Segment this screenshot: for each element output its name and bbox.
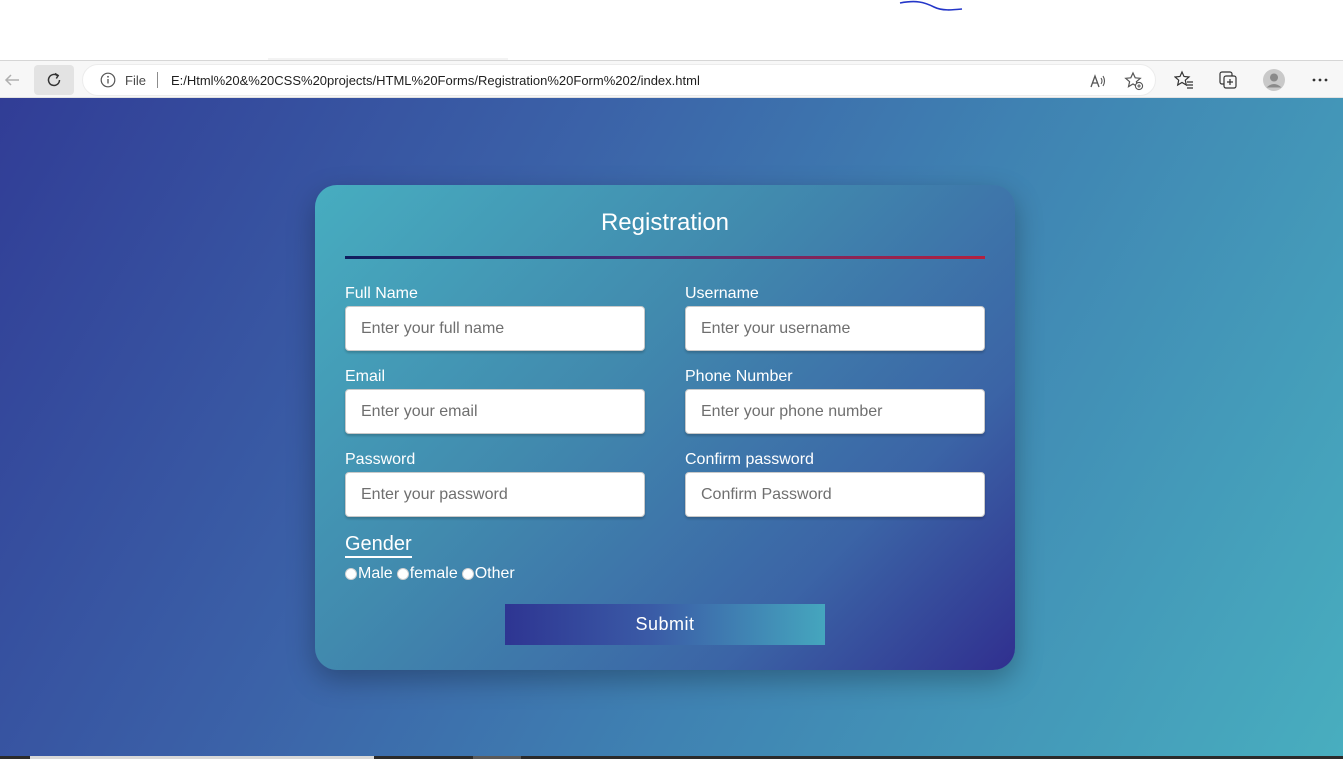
desktop-strip <box>0 0 1343 60</box>
phone-field: Phone Number <box>685 367 985 434</box>
back-button[interactable] <box>0 65 32 95</box>
full-name-label: Full Name <box>345 285 418 302</box>
gender-male-label[interactable]: Male <box>358 565 393 583</box>
gender-other-radio[interactable] <box>461 568 474 580</box>
collections-icon <box>1219 71 1237 89</box>
collections-button[interactable] <box>1208 65 1248 95</box>
browser-toolbar: File E:/Html%20&%20CSS%20projects/HTML%2… <box>0 60 1343 98</box>
back-arrow-icon <box>4 74 19 86</box>
password-field: Password <box>345 450 645 517</box>
favorites-button[interactable] <box>1164 65 1204 95</box>
email-field: Email <box>345 367 645 434</box>
confirm-password-label: Confirm password <box>685 451 814 468</box>
read-aloud-icon[interactable] <box>1087 70 1109 92</box>
title-underline <box>345 256 985 259</box>
password-input[interactable] <box>345 472 645 517</box>
submit-button[interactable]: Submit <box>505 604 825 645</box>
address-bar[interactable]: File E:/Html%20&%20CSS%20projects/HTML%2… <box>82 64 1156 96</box>
gender-other-label[interactable]: Other <box>475 565 515 583</box>
gender-options: Male female Other <box>345 565 519 583</box>
address-url[interactable]: E:/Html%20&%20CSS%20projects/HTML%20Form… <box>171 73 700 88</box>
phone-label: Phone Number <box>685 368 793 385</box>
avatar-icon <box>1263 69 1285 91</box>
username-label: Username <box>685 285 759 302</box>
email-label: Email <box>345 368 386 385</box>
confirm-password-field: Confirm password <box>685 450 985 517</box>
add-favorite-icon[interactable] <box>1123 70 1145 92</box>
gender-male-radio[interactable] <box>345 568 357 580</box>
registration-card: Registration Full Name Username Email Ph… <box>315 185 1015 670</box>
profile-button[interactable] <box>1254 65 1294 95</box>
more-options-button[interactable] <box>1300 65 1340 95</box>
email-input[interactable] <box>345 389 645 434</box>
phone-input[interactable] <box>685 389 985 434</box>
gender-female-label[interactable]: female <box>410 565 458 583</box>
favorites-icon <box>1174 70 1193 89</box>
full-name-input[interactable] <box>345 306 645 351</box>
confirm-password-input[interactable] <box>685 472 985 517</box>
info-icon[interactable] <box>99 71 117 89</box>
address-separator <box>156 72 158 88</box>
username-input[interactable] <box>685 306 985 351</box>
gender-heading: Gender <box>345 533 412 558</box>
password-label: Password <box>345 451 416 468</box>
form-title: Registration <box>600 209 730 236</box>
refresh-icon <box>47 72 61 87</box>
refresh-button[interactable] <box>34 65 74 95</box>
gender-female-radio[interactable] <box>396 568 409 580</box>
pen-stroke <box>899 0 963 11</box>
more-options-icon <box>1312 78 1328 82</box>
username-field: Username <box>685 284 985 351</box>
address-scheme-label: File <box>125 72 146 88</box>
full-name-field: Full Name <box>345 284 645 351</box>
